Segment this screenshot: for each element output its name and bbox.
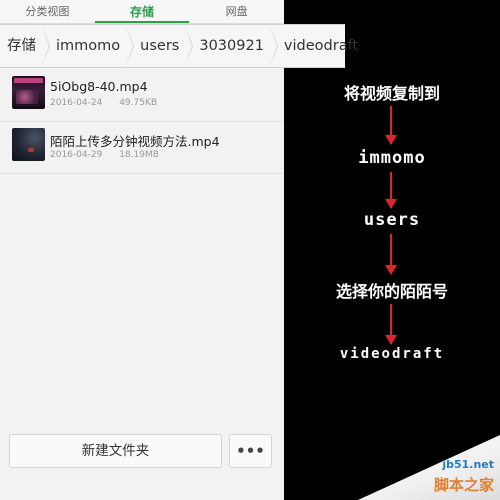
instruction-steps: 将视频复制到 immomo users 选择你的陌陌号 videodraft	[284, 68, 500, 498]
breadcrumb-item-user-id[interactable]: 3030921	[193, 24, 278, 68]
watermark-site: jb51.net	[442, 458, 494, 471]
bottom-toolbar: 新建文件夹 •••	[0, 432, 284, 472]
video-thumbnail	[12, 76, 45, 109]
file-meta: 2016-04-29 18.19MB	[50, 150, 173, 160]
file-row[interactable]: 5iObg8-40.mp4 2016-04-24 49.75KB	[0, 70, 284, 122]
down-arrow-icon	[385, 234, 397, 275]
file-manager-panel: 分类视图 存储 网盘 5iObg8-40.mp4 2016-04-24 49.7…	[0, 0, 284, 500]
video-thumbnail	[12, 128, 45, 161]
file-name: 5iObg8-40.mp4	[50, 79, 148, 94]
instruction-step-immomo: immomo	[358, 148, 426, 168]
down-arrow-icon	[385, 172, 397, 209]
breadcrumb: 存储 immomo users 3030921 videodraft	[0, 24, 358, 68]
view-tabs: 分类视图 存储 网盘	[0, 0, 284, 24]
instruction-step-videodraft: videodraft	[339, 346, 445, 362]
watermark-name: 脚本之家	[433, 476, 494, 494]
file-row[interactable]: 陌陌上传多分钟视频方法.mp4 2016-04-29 18.19MB	[0, 122, 284, 174]
tab-cloud-drive[interactable]: 网盘	[189, 0, 284, 23]
down-arrow-icon	[385, 304, 397, 345]
breadcrumb-item-immomo[interactable]: immomo	[50, 24, 135, 68]
instruction-step-select-account: 选择你的陌陌号	[335, 282, 448, 301]
file-size: 18.19MB	[119, 150, 159, 160]
down-arrow-icon	[385, 106, 397, 145]
file-meta: 2016-04-24 49.75KB	[50, 98, 171, 108]
file-date: 2016-04-29	[50, 150, 103, 160]
new-folder-button[interactable]: 新建文件夹	[9, 434, 222, 468]
file-list: 5iObg8-40.mp4 2016-04-24 49.75KB 陌陌上传多分钟…	[0, 70, 284, 174]
instruction-title: 将视频复制到	[343, 84, 440, 103]
breadcrumb-item-users[interactable]: users	[134, 24, 194, 68]
instruction-step-users: users	[363, 210, 421, 230]
breadcrumb-item-storage[interactable]: 存储	[0, 24, 50, 68]
breadcrumb-item-videodraft[interactable]: videodraft	[278, 25, 368, 67]
tab-category-view[interactable]: 分类视图	[0, 0, 95, 23]
more-options-button[interactable]: •••	[229, 434, 272, 468]
file-date: 2016-04-24	[50, 98, 103, 108]
file-name: 陌陌上传多分钟视频方法.mp4	[50, 134, 220, 149]
tab-storage[interactable]: 存储	[94, 0, 190, 23]
file-size: 49.75KB	[119, 98, 158, 108]
